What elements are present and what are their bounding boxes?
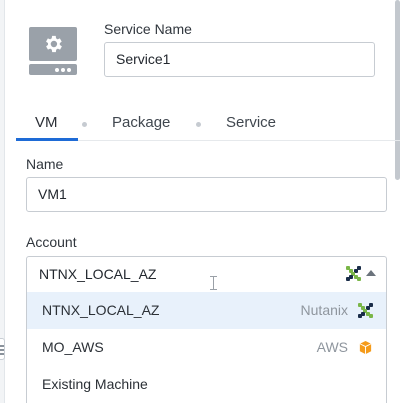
tab-separator-dot	[196, 122, 201, 127]
account-select[interactable]: NTNX_LOCAL_AZ	[26, 256, 387, 292]
account-dropdown-menu: NTNX_LOCAL_AZ Nutanix MO_AWS AWS Existin…	[26, 292, 387, 403]
account-option-existing-machine[interactable]: Existing Machine	[27, 366, 386, 403]
account-option-ntnx-local-az[interactable]: NTNX_LOCAL_AZ Nutanix	[27, 292, 386, 329]
tab-package[interactable]: Package	[112, 114, 170, 131]
tab-bar: VM Package Service	[16, 110, 400, 141]
service-icon	[29, 27, 77, 75]
vm-name-input[interactable]: VM1	[26, 177, 387, 212]
chevron-up-icon[interactable]	[366, 270, 376, 276]
option-provider: AWS	[316, 339, 348, 355]
tab-vm[interactable]: VM	[35, 114, 58, 131]
tab-service[interactable]: Service	[226, 114, 276, 131]
option-label: Existing Machine	[42, 376, 148, 392]
account-option-mo-aws[interactable]: MO_AWS AWS	[27, 329, 386, 366]
tab-separator-dot	[82, 122, 87, 127]
service-name-input[interactable]: Service1	[104, 42, 375, 77]
panel-resize-handle[interactable]	[0, 338, 5, 360]
option-provider: Nutanix	[300, 302, 348, 318]
active-tab-indicator	[16, 138, 78, 141]
account-selected-value: NTNX_LOCAL_AZ	[39, 266, 157, 282]
account-label: Account	[26, 234, 77, 250]
text-cursor-icon	[208, 276, 219, 290]
nutanix-icon	[358, 303, 373, 318]
gear-icon	[46, 35, 62, 53]
option-label: MO_AWS	[42, 339, 104, 355]
option-label: NTNX_LOCAL_AZ	[42, 302, 160, 318]
service-name-label: Service Name	[104, 21, 192, 37]
aws-icon	[359, 340, 372, 355]
scrollbar-thumb[interactable]	[395, 0, 400, 180]
nutanix-icon	[346, 266, 361, 281]
vm-name-label: Name	[26, 156, 64, 172]
